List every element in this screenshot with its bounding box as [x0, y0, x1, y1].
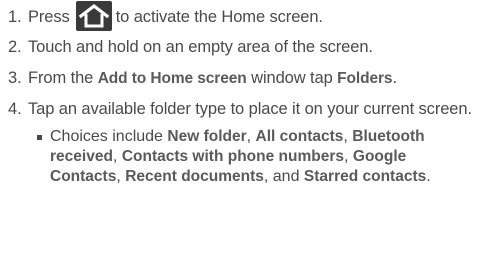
instruction-list: 1. Press to activate the Home screen. 2. …: [8, 0, 480, 187]
separator: ,: [344, 148, 353, 165]
step-1: 1. Press to activate the Home screen.: [8, 0, 480, 34]
folder-type: Starred contacts: [303, 168, 427, 185]
step-text: Press: [28, 8, 70, 26]
step-number: 2.: [8, 38, 22, 56]
separator: ,: [112, 148, 122, 165]
step-text: Tap an available folder type to place it…: [28, 100, 472, 118]
step-3: 3. From the Add to Home screen window ta…: [8, 69, 480, 88]
step-2: 2. Touch and hold on an empty area of th…: [8, 38, 480, 57]
folder-type: Contacts with phone numbers: [121, 148, 344, 165]
step-number: 1.: [8, 8, 22, 26]
folder-type: All contacts: [255, 128, 344, 145]
home-icon: [75, 0, 112, 31]
step-text: .: [392, 69, 397, 87]
separator: .: [426, 168, 431, 185]
step-number: 3.: [8, 69, 22, 87]
separator: ,: [343, 128, 353, 145]
choices-bullet: Choices include New folder, All contacts…: [8, 127, 480, 187]
choices-intro: Choices include: [50, 128, 163, 145]
bullet-icon: [37, 135, 42, 140]
step-text: Touch and hold on an empty area of the s…: [28, 38, 373, 56]
step-text: From the: [28, 69, 94, 87]
step-text: window tap: [251, 69, 333, 87]
step-number: 4.: [8, 100, 22, 118]
step-text: to activate the Home screen.: [115, 8, 323, 26]
option-name: Folders: [337, 70, 393, 87]
folder-type: New folder: [167, 128, 247, 145]
step-4: 4. Tap an available folder type to place…: [8, 100, 480, 119]
separator: , and: [263, 168, 304, 185]
folder-type: Recent documents: [125, 168, 264, 185]
separator: ,: [246, 128, 256, 145]
separator: ,: [116, 168, 126, 185]
window-name: Add to Home screen: [97, 70, 247, 87]
